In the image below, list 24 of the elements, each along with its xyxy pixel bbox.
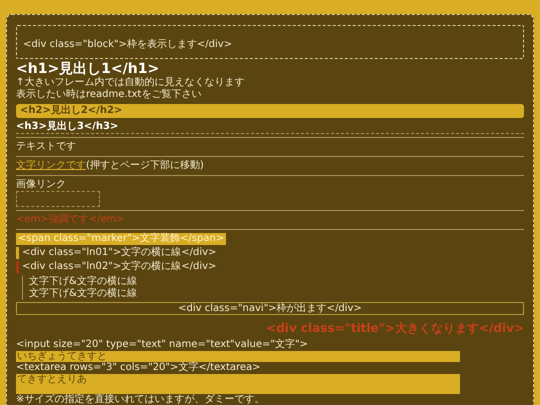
heading-2-bar: <h2>見出し2</h2>: [16, 104, 524, 118]
indented-text: 文字下げ&文字の横に線: [29, 276, 138, 288]
side-line-text: <div class="ln01">文字の横に線</div>: [22, 247, 216, 259]
emphasis-text: <em>強調です</em>: [16, 214, 126, 226]
indented-text: 文字下げ&文字の横に線: [29, 288, 138, 300]
image-link-label: 画像リンク: [16, 179, 67, 191]
form-note: ※サイズの指定を直接いれてはいますが、ダミーです。: [16, 394, 266, 405]
link-note: (押すとページ下部に移動): [86, 160, 204, 172]
text-link[interactable]: 文字リンクです: [16, 160, 86, 172]
marker-text: <span class="marker">文字装飾</span>: [16, 233, 226, 245]
image-link-box[interactable]: [16, 191, 100, 207]
input-label: <input size="20" type="text" name="text"value="文字">: [16, 339, 309, 351]
block-text: <div class="block">枠を表示します</div>: [23, 39, 232, 50]
large-title-text: <div class="title">大きくなります</div>: [266, 321, 524, 335]
note-text: ↑大きいフレーム内では自動的に見えなくなります: [16, 77, 246, 88]
heading-3: <h3>見出し3</h3>: [16, 121, 524, 134]
paragraph-text: テキストです: [16, 141, 77, 153]
textarea-label: <textarea rows="3" cols="20">文字</textarea>: [16, 362, 262, 374]
text-area[interactable]: てきすとえりあ: [16, 374, 460, 394]
heading-1: <h1>見出し1</h1>: [16, 62, 160, 77]
side-line-text: <div class="ln02">文字の横に線</div>: [22, 261, 216, 273]
text-input[interactable]: いちぎょうてきすと: [16, 351, 460, 362]
note-text: 表示したい時はreadme.txtをご覧下さい: [16, 89, 202, 101]
navi-box: <div class="navi">枠が出ます</div>: [16, 302, 524, 315]
